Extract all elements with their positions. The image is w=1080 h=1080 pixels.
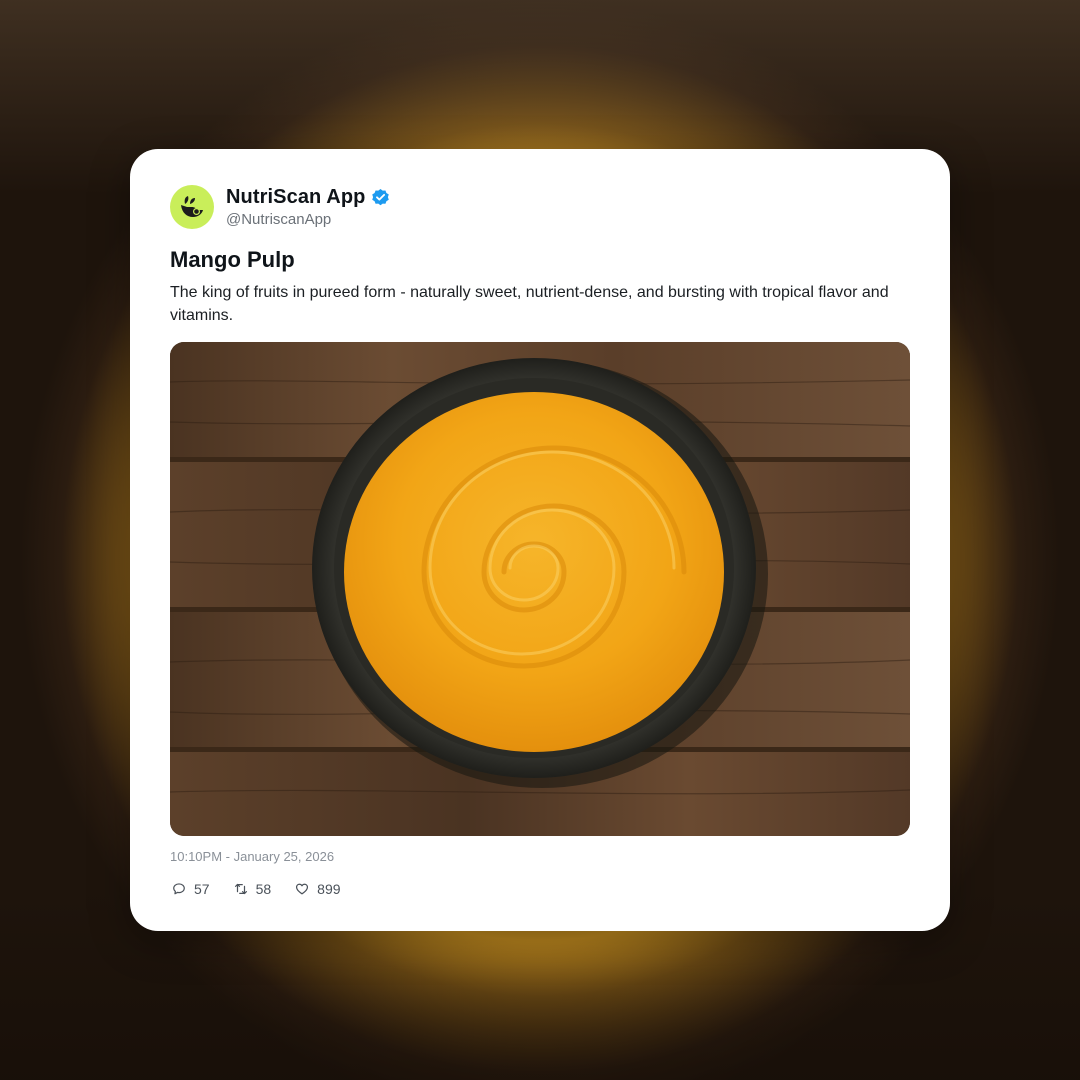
post-header: NutriScan App @NutriscanApp (170, 185, 390, 229)
author-name-row: NutriScan App (226, 186, 390, 209)
heart-icon (296, 883, 309, 895)
post-title: Mango Pulp (170, 247, 295, 272)
author-name[interactable]: NutriScan App (226, 186, 365, 209)
mango-pulp-bowl-photo (170, 342, 910, 836)
post-image[interactable] (170, 342, 910, 836)
like-count: 899 (317, 881, 341, 897)
nutriscan-logo-icon (181, 196, 203, 217)
post-text: The king of fruits in pureed form - natu… (170, 284, 889, 324)
post-card: NutriScan App @NutriscanApp Mango Pulp T… (130, 149, 950, 931)
author-handle[interactable]: @NutriscanApp (226, 211, 390, 228)
reply-button[interactable]: 57 (172, 881, 210, 897)
post-timestamp[interactable]: 10:10PM - January 25, 2026 (170, 849, 334, 864)
avatar[interactable] (170, 185, 214, 229)
repost-count: 58 (255, 881, 272, 897)
verified-badge-icon (371, 188, 390, 207)
author-block: NutriScan App @NutriscanApp (226, 186, 390, 228)
reply-count: 57 (194, 881, 210, 897)
repost-icon (234, 883, 247, 895)
comment-icon (173, 883, 185, 895)
repost-button[interactable]: 58 (234, 881, 272, 897)
engagement-bar: 57 58 899 (172, 881, 365, 897)
like-button[interactable]: 899 (295, 881, 341, 897)
